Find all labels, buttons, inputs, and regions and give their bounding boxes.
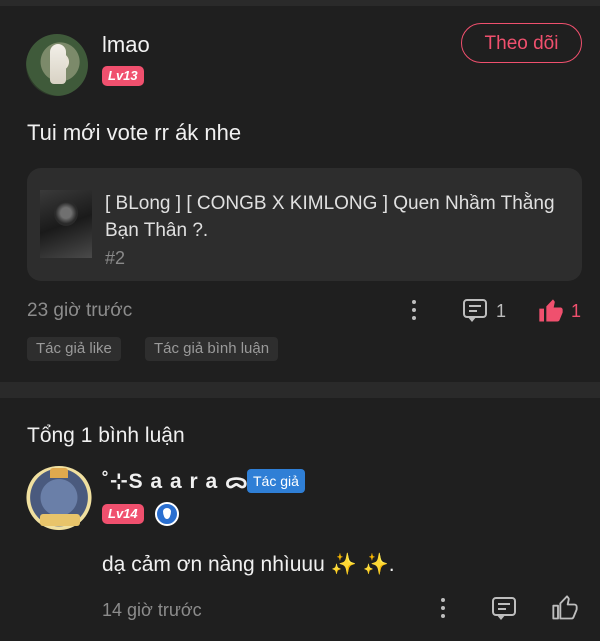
author-commented-tag: Tác giả bình luận <box>145 337 279 361</box>
comment-text-end: . <box>388 553 395 576</box>
post-timestamp: 23 giờ trước <box>27 300 133 321</box>
comment-more-options-icon[interactable] <box>440 598 446 622</box>
top-divider <box>0 0 600 6</box>
post-text: Tui mới vote rr ák nhe <box>27 120 242 145</box>
more-options-icon[interactable] <box>411 300 417 324</box>
comment-count: 1 <box>496 301 507 321</box>
comment-icon[interactable] <box>463 299 489 325</box>
commenter-avatar[interactable] <box>24 466 94 536</box>
comment-text-main: dạ cảm ơn nàng nhìuuu <box>102 553 325 576</box>
sparkles-emoji: ✨ ✨ <box>330 553 389 576</box>
author-tag: Tác giả <box>247 469 305 493</box>
commenter-username[interactable]: ˚⊹S a a r a ᯅ. <box>102 467 256 495</box>
post-username[interactable]: lmao <box>102 32 150 58</box>
section-divider <box>0 382 600 398</box>
comment-text: dạ cảm ơn nàng nhìuuu ✨ ✨. <box>102 553 395 577</box>
total-comments-heading: Tổng 1 bình luận <box>27 424 185 447</box>
comment-like-icon[interactable] <box>551 594 579 622</box>
avatar[interactable] <box>26 34 88 96</box>
story-title: [ BLong ] [ CONGB X KIMLONG ] Quen Nhầm … <box>105 193 555 241</box>
story-thumbnail <box>40 190 92 258</box>
author-liked-tag: Tác giả like <box>27 337 121 361</box>
follow-button[interactable]: Theo dõi <box>461 23 582 63</box>
commenter-level-badge: Lv14 <box>102 504 144 524</box>
like-count: 1 <box>571 301 582 321</box>
comment-timestamp: 14 giờ trước <box>102 600 202 620</box>
level-badge: Lv13 <box>102 66 144 86</box>
drop-badge-icon <box>155 502 179 526</box>
reply-icon[interactable] <box>492 597 518 623</box>
like-icon[interactable] <box>537 297 565 325</box>
linked-story-card[interactable]: [ BLong ] [ CONGB X KIMLONG ] Quen Nhầm … <box>27 168 582 281</box>
story-chapter: #2 <box>105 248 126 268</box>
